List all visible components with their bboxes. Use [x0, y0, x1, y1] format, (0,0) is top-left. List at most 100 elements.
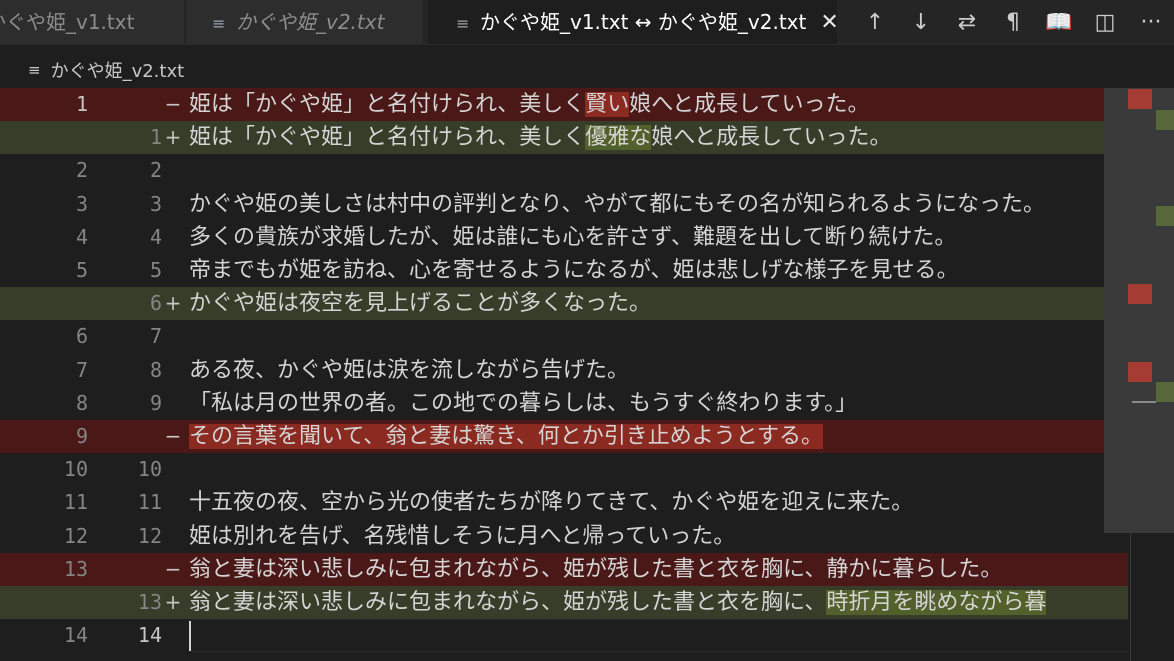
- diff-line-added[interactable]: 6 + かぐや姫は夜空を見上げることが多くなった。: [0, 287, 1128, 321]
- overview-ruler[interactable]: [1104, 88, 1174, 533]
- text-segment: 帝までもが姫を訪ね、心を寄せるようになるが、姫は悲しげな様子を見せる。: [189, 258, 959, 283]
- changed-text: 優雅な: [585, 125, 652, 151]
- text-segment: 「私は月の世界の者。この地での暮らしは、もうすぐ終わります。」: [189, 390, 858, 416]
- tab-v2[interactable]: ≡ かぐや姫_v2.txt: [186, 0, 424, 44]
- modified-line-number: 9: [149, 390, 162, 415]
- scrollbar-track: [1130, 533, 1131, 661]
- tab-v1-label: かぐや姫_v1.txt: [0, 10, 135, 34]
- close-icon[interactable]: ✕: [820, 1, 837, 44]
- breadcrumb-file[interactable]: かぐや姫_v2.txt: [51, 57, 185, 83]
- line-text: 翁と妻は深い悲しみに包まれながら、姫が残した書と衣を胸に、時折月を眺めながら暮: [189, 586, 1047, 619]
- diff-line[interactable]: 5 5 帝までもが姫を訪ね、心を寄せるようになるが、姫は悲しげな様子を見せる。: [0, 254, 1128, 287]
- overview-removed-mark: [1128, 89, 1152, 109]
- text-segment: 姫は別れを告げ、名残惜しそうに月へと帰っていった。: [189, 523, 736, 549]
- line-text: かぐや姫は夜空を見上げることが多くなった。: [189, 287, 651, 320]
- overview-removed-mark: [1128, 284, 1152, 304]
- modified-line-number: 7: [149, 324, 162, 349]
- plus-icon: +: [164, 291, 182, 316]
- text-segment: 翁と妻は深い悲しみに包まれながら、姫が残した書と衣を胸に、静かに暮らした。: [189, 556, 1003, 582]
- swap-sides-icon[interactable]: ⇄: [944, 0, 990, 44]
- diff-line[interactable]: 3 3 かぐや姫の美しさは村中の評判となり、やがて都にもその名が知られるようになった…: [0, 188, 1128, 221]
- original-line-number: 1: [75, 92, 88, 116]
- line-text: 翁と妻は深い悲しみに包まれながら、姫が残した書と衣を胸に、静かに暮らした。: [189, 553, 1002, 586]
- original-line-number: 14: [63, 623, 88, 648]
- more-actions-icon[interactable]: ···: [1128, 0, 1174, 44]
- show-whitespace-icon[interactable]: ¶: [990, 0, 1036, 44]
- diff-line-removed[interactable]: 1 − 姫は「かぐや姫」と名付けられ、美しく賢い娘へと成長していった。: [0, 88, 1128, 121]
- text-segment: 多くの貴族が求婚したが、姫は誰にも心を許さず、難題を出して断り続けた。: [189, 224, 957, 250]
- modified-line-number: 5: [149, 258, 162, 282]
- text-segment: 姫は「かぐや姫」と名付けられ、美しく: [189, 92, 586, 117]
- diff-line[interactable]: 10 10: [0, 453, 1128, 486]
- modified-line-number: 2: [149, 158, 162, 183]
- tab-v1[interactable]: かぐや姫_v1.txt: [0, 0, 185, 44]
- diff-line[interactable]: 14 14: [0, 619, 1128, 653]
- diff-line-removed[interactable]: 13 − 翁と妻は深い悲しみに包まれながら、姫が残した書と衣を胸に、静かに暮らした。: [0, 552, 1128, 586]
- diff-line[interactable]: 22: [0, 154, 1128, 187]
- diff-line-added[interactable]: 1 + 姫は「かぐや姫」と名付けられ、美しく優雅な娘へと成長していった。: [0, 121, 1128, 155]
- overview-added-mark: [1156, 110, 1174, 130]
- tab-v2-label: かぐや姫_v2.txt: [236, 10, 385, 34]
- original-line-number: 9: [75, 424, 88, 448]
- previous-change-icon[interactable]: ↑: [852, 0, 898, 44]
- overview-removed-mark: [1128, 362, 1152, 382]
- changed-text: 時折月を眺めながら暮: [826, 590, 1047, 615]
- text-segment: 翁と妻は深い悲しみに包まれながら、姫が残した書と衣を胸に、: [189, 590, 827, 615]
- tab-diff-label: かぐや姫_v1.txt ↔ かぐや姫_v2.txt: [480, 10, 807, 34]
- original-line-number: 2: [75, 158, 88, 183]
- diff-line-added[interactable]: 13 + 翁と妻は深い悲しみに包まれながら、姫が残した書と衣を胸に、時折月を眺めなが…: [0, 586, 1128, 619]
- diff-line[interactable]: 8 9 「私は月の世界の者。この地での暮らしは、もうすぐ終わります。」: [0, 387, 1128, 420]
- text-segment: 姫は「かぐや姫」と名付けられ、美しく: [189, 125, 586, 151]
- text-segment: ある夜、かぐや姫は涙を流しながら告げた。: [189, 357, 630, 383]
- minus-icon: −: [164, 556, 182, 581]
- overview-added-mark: [1156, 206, 1174, 226]
- open-preview-icon[interactable]: 📖: [1036, 0, 1082, 44]
- original-line-number: 5: [75, 258, 88, 282]
- line-text: 姫は「かぐや姫」と名付けられ、美しく優雅な娘へと成長していった。: [189, 121, 892, 154]
- breadcrumb: ≡ かぐや姫_v2.txt: [28, 57, 184, 83]
- text-segment: 娘へと成長していった。: [629, 92, 870, 117]
- overview-cursor-mark: [1132, 401, 1156, 403]
- next-change-icon[interactable]: ↓: [898, 0, 944, 44]
- diff-line[interactable]: 11 11 十五夜の夜、空から光の使者たちが降りてきて、かぐや姫を迎えに来た。: [0, 486, 1128, 519]
- split-editor-icon[interactable]: ◫: [1082, 0, 1128, 44]
- line-text: ある夜、かぐや姫は涙を流しながら告げた。: [189, 354, 629, 387]
- current-line-highlight: [189, 619, 1128, 653]
- text-cursor: [189, 621, 191, 652]
- line-text: 十五夜の夜、空から光の使者たちが降りてきて、かぐや姫を迎えに来た。: [189, 486, 913, 519]
- diff-editor[interactable]: 1− 姫は「かぐや姫」と名付けられ、美しく賢い娘へと成長していった。 1 + 姫は「かぐ…: [0, 88, 1174, 661]
- diff-line[interactable]: 7 8 ある夜、かぐや姫は涙を流しながら告げた。: [0, 354, 1128, 387]
- line-text: その言葉を聞いて、翁と妻は驚き、何とか引き止めようとする。: [189, 420, 824, 453]
- diff-line[interactable]: 12 12 姫は別れを告げ、名残惜しそうに月へと帰っていった。: [0, 520, 1128, 553]
- text-segment: 十五夜の夜、空から光の使者たちが降りてきて、かぐや姫を迎えに来た。: [189, 490, 914, 516]
- line-text: 姫は「かぐや姫」と名付けられ、美しく賢い娘へと成長していった。: [189, 88, 870, 121]
- original-line-number: 6: [75, 324, 88, 349]
- text-segment: かぐや姫の美しさは村中の評判となり、やがて都にもその名が知られるようになった。: [189, 191, 1046, 217]
- modified-line-number: 3: [149, 191, 162, 216]
- modified-line-number: 8: [149, 357, 162, 382]
- plus-icon: +: [164, 590, 182, 614]
- line-text: 「私は月の世界の者。この地での暮らしは、もうすぐ終わります。」: [189, 387, 857, 420]
- modified-line-number: 12: [137, 523, 162, 548]
- original-line-number: 7: [75, 357, 88, 382]
- modified-line-number: 10: [137, 457, 162, 482]
- changed-text: その言葉を聞いて、翁と妻は驚き、何とか引き止めようとする。: [189, 424, 824, 449]
- text-file-icon: ≡: [456, 13, 470, 33]
- diff-line[interactable]: 4 4 多くの貴族が求婚したが、姫は誰にも心を許さず、難題を出して断り続けた。: [0, 221, 1128, 254]
- diff-line-removed[interactable]: 9 − その言葉を聞いて、翁と妻は驚き、何とか引き止めようとする。: [0, 420, 1128, 453]
- line-text: 帝までもが姫を訪ね、心を寄せるようになるが、姫は悲しげな様子を見せる。: [189, 254, 959, 287]
- text-segment: かぐや姫は夜空を見上げることが多くなった。: [189, 291, 652, 317]
- changed-text: 賢い: [585, 92, 630, 117]
- diff-line[interactable]: 67: [0, 320, 1128, 353]
- modified-line-number: 13: [137, 590, 162, 614]
- original-line-number: 3: [75, 191, 88, 216]
- minus-icon: −: [164, 424, 182, 448]
- tab-diff[interactable]: ≡ かぐや姫_v1.txt ↔ かぐや姫_v2.txt ✕: [428, 0, 838, 44]
- modified-line-number: 1: [149, 125, 162, 150]
- line-text: 姫は別れを告げ、名残惜しそうに月へと帰っていった。: [189, 520, 735, 553]
- modified-line-number: 11: [137, 490, 162, 515]
- original-line-number: 13: [63, 556, 88, 581]
- tab-bar: かぐや姫_v1.txt ≡ かぐや姫_v2.txt ≡ かぐや姫_v1.txt ↔ …: [0, 0, 1174, 45]
- minus-icon: −: [164, 92, 182, 116]
- editor-actions: ↑ ↓ ⇄ ¶ 📖 ◫ ···: [852, 0, 1174, 44]
